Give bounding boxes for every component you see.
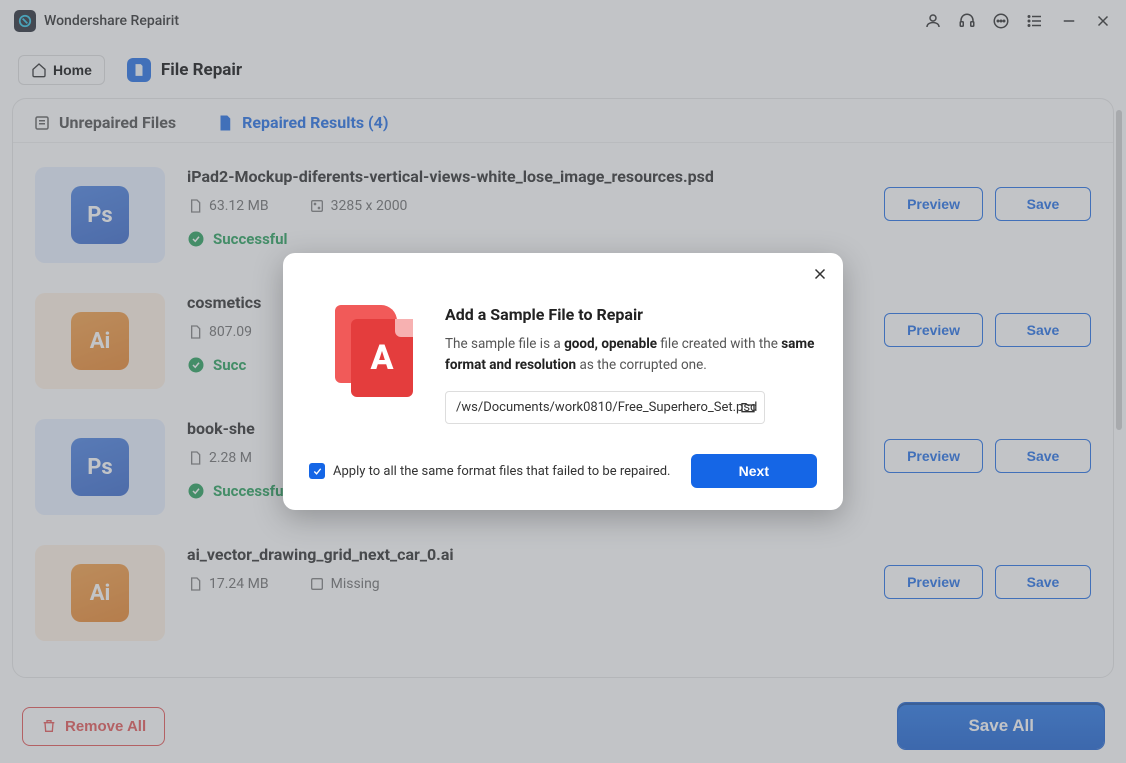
apply-all-label: Apply to all the same format files that … <box>333 464 670 479</box>
apply-all-row: Apply to all the same format files that … <box>309 463 670 479</box>
modal-title: Add a Sample File to Repair <box>445 305 815 324</box>
sample-path-input[interactable]: /ws/Documents/work0810/Free_Superhero_Se… <box>445 391 765 424</box>
adobe-docs-icon: A <box>335 305 419 395</box>
modal-overlay: A Add a Sample File to Repair The sample… <box>0 0 1126 763</box>
apply-all-checkbox[interactable] <box>309 463 325 479</box>
add-sample-modal: A Add a Sample File to Repair The sample… <box>283 253 843 511</box>
modal-description: The sample file is a good, openable file… <box>445 334 815 376</box>
sample-path-value: /ws/Documents/work0810/Free_Superhero_Se… <box>456 400 757 415</box>
browse-folder-icon[interactable] <box>740 399 756 419</box>
modal-close-icon[interactable] <box>811 265 829 287</box>
next-button[interactable]: Next <box>691 454 817 488</box>
